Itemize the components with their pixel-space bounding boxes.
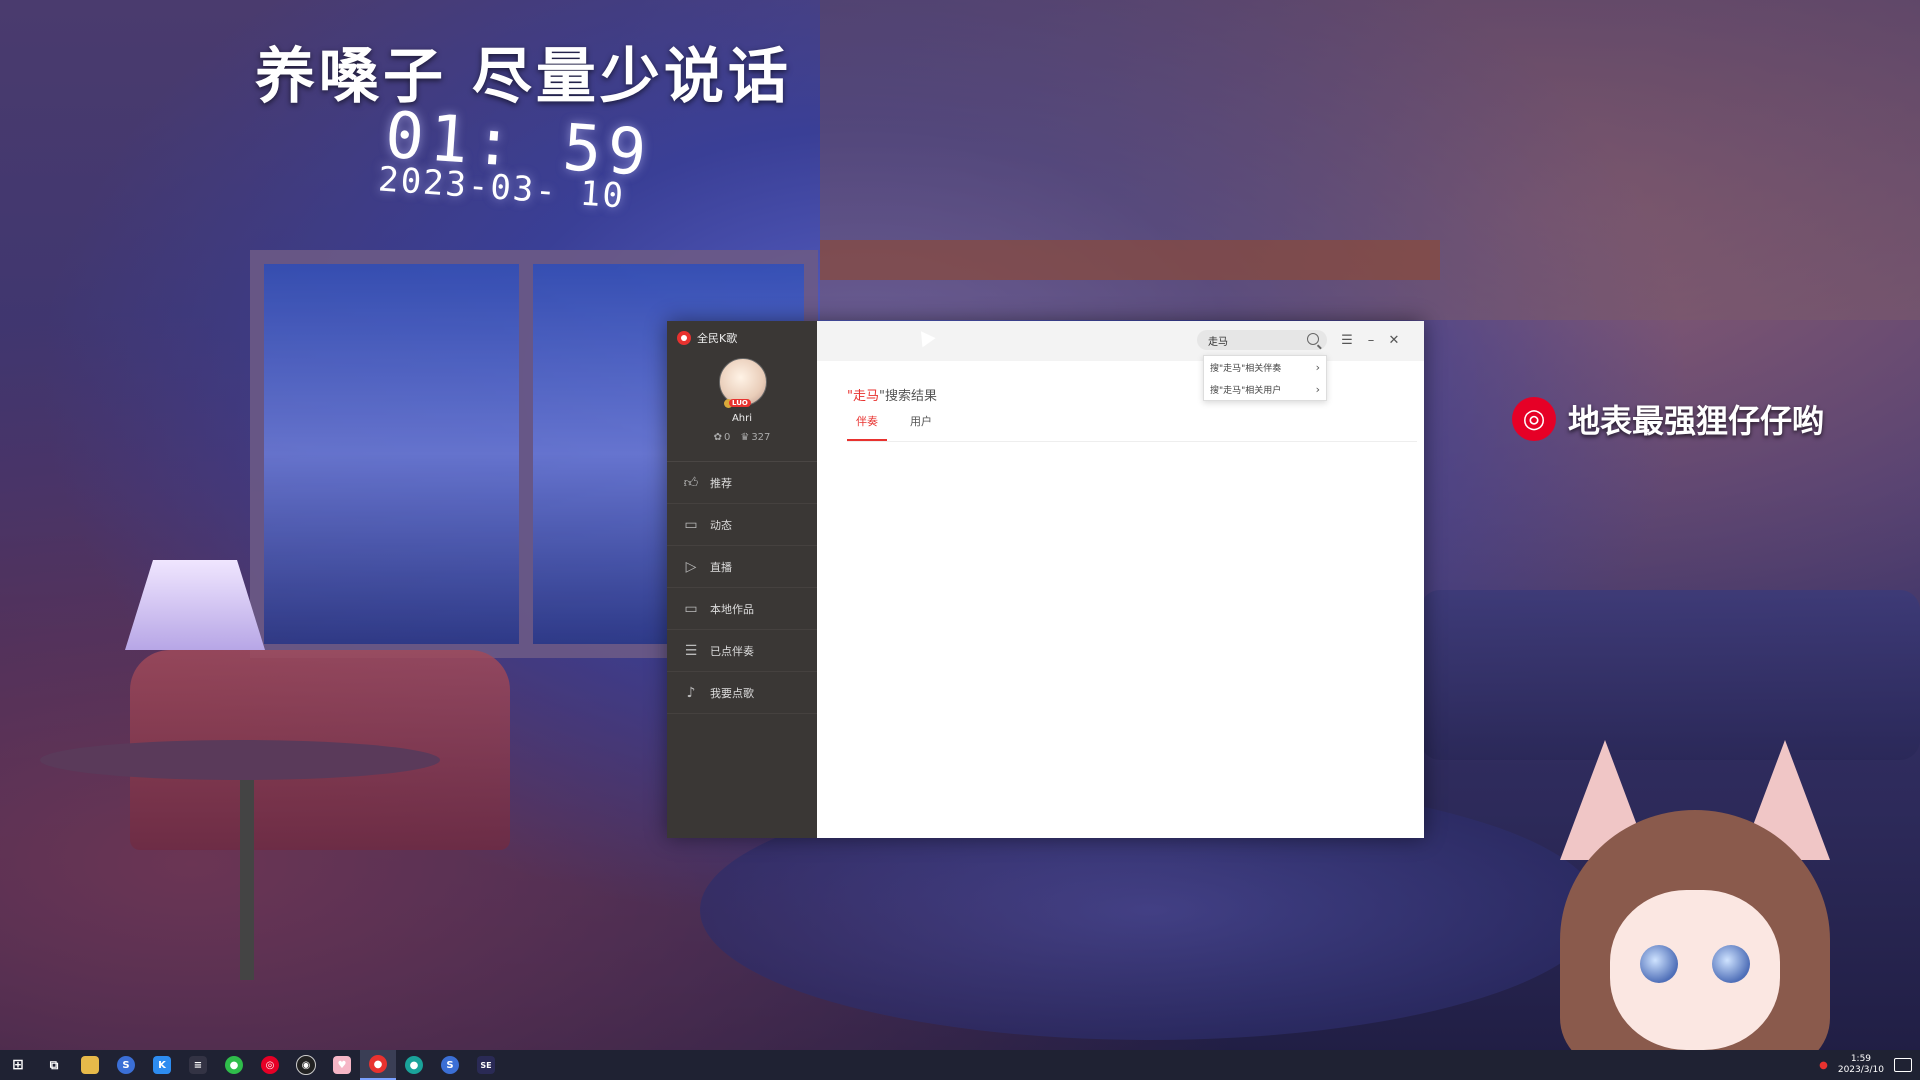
search-input[interactable] <box>1206 333 1310 347</box>
sidebar-item-request-song[interactable]: ♪ 我要点歌 <box>667 672 817 714</box>
taskbar: ⊞ ⧉ S K ≡ ● ◎ ◉ ♥ ● ● S SE ● 1:59 2023/3… <box>0 1050 1920 1080</box>
search-box <box>1197 330 1327 350</box>
taskbar-app-k[interactable]: K <box>144 1050 180 1080</box>
taskbar-ksong[interactable]: ● <box>360 1050 396 1080</box>
taskbar-app-teal[interactable]: ● <box>396 1050 432 1080</box>
streamer-tag: ◎ 地表最强狸仔仔哟 <box>1512 396 1824 442</box>
avatar-eye-left <box>1640 945 1678 983</box>
chat-icon: ▭ <box>684 516 698 533</box>
stream-slogan: 养嗓子 尽量少说话 <box>255 42 792 112</box>
teal-app-icon: ● <box>405 1056 423 1074</box>
taskbar-obs[interactable]: ◉ <box>288 1050 324 1080</box>
suggestion-users[interactable]: 搜"走马"相关用户 › <box>1204 378 1326 400</box>
main-panel: ☰ – ✕ 搜"走马"相关伴奏 › 搜"走马"相关用户 › "走马"搜索结果 伴… <box>817 321 1424 838</box>
suggestion-accompaniment[interactable]: 搜"走马"相关伴奏 › <box>1204 356 1326 378</box>
background-sofa-right <box>1420 590 1920 760</box>
taskbar-app-pink[interactable]: ♥ <box>324 1050 360 1080</box>
sidebar-item-recommend[interactable]: 👍︎ 推荐 <box>667 462 817 504</box>
notification-icon[interactable] <box>1894 1058 1912 1072</box>
ksong-logo-icon: ● <box>369 1055 387 1073</box>
taskbar-browser[interactable]: S <box>108 1050 144 1080</box>
titlebar[interactable]: ☰ – ✕ <box>817 321 1424 361</box>
monitor-icon: ▭ <box>684 600 698 617</box>
se-app-icon: SE <box>477 1056 495 1074</box>
windows-icon: ⊞ <box>12 1057 24 1073</box>
netease-music-icon: ◎ <box>1512 397 1556 441</box>
sidebar-item-ordered-accompaniment[interactable]: ☰ 已点伴奏 <box>667 630 817 672</box>
sidebar: 全民K歌 LUO Ahri ✿ 0 ♛ 327 👍︎ 推荐 ▭ 动态 ▷ 直播 ▭ <box>667 321 817 838</box>
wechat-icon: ● <box>225 1056 243 1074</box>
vtuber-avatar <box>1540 740 1850 1070</box>
close-icon[interactable]: ✕ <box>1385 331 1403 349</box>
thumbs-up-icon: 👍︎ <box>683 475 699 491</box>
task-view-button[interactable]: ⧉ <box>36 1050 72 1080</box>
avatar-face <box>1610 890 1780 1050</box>
background-lamp <box>125 560 265 650</box>
flower-icon: ✿ <box>713 432 722 443</box>
search-result-title: "走马"搜索结果 <box>847 389 937 404</box>
result-tabs: 伴奏 用户 <box>847 411 1417 442</box>
taskbar-netease-music[interactable]: ◎ <box>252 1050 288 1080</box>
sidebar-item-local-works[interactable]: ▭ 本地作品 <box>667 588 817 630</box>
app-logo: 全民K歌 <box>677 330 737 346</box>
sidebar-item-feed[interactable]: ▭ 动态 <box>667 504 817 546</box>
level-badge: LUO <box>729 399 751 407</box>
terminal-icon: ≡ <box>189 1056 207 1074</box>
folder-icon <box>81 1056 99 1074</box>
task-view-icon: ⧉ <box>49 1057 59 1072</box>
username[interactable]: Ahri <box>667 413 817 424</box>
taskbar-browser-2[interactable]: S <box>432 1050 468 1080</box>
chevron-right-icon: › <box>1315 360 1320 374</box>
background-railing <box>820 240 1440 280</box>
pink-app-icon: ♥ <box>333 1056 351 1074</box>
k-app-icon: K <box>153 1056 171 1074</box>
tab-accompaniment[interactable]: 伴奏 <box>847 411 887 441</box>
sidebar-item-live[interactable]: ▷ 直播 <box>667 546 817 588</box>
mic-icon: ♪ <box>686 684 696 701</box>
tab-users[interactable]: 用户 <box>901 411 941 441</box>
sidebar-nav: 👍︎ 推荐 ▭ 动态 ▷ 直播 ▭ 本地作品 ☰ 已点伴奏 ♪ 我要点歌 <box>667 461 817 714</box>
background-table-leg <box>240 770 254 980</box>
browser-icon: S <box>441 1056 459 1074</box>
streamer-name: 地表最强狸仔仔哟 <box>1568 402 1825 440</box>
search-icon[interactable] <box>1307 333 1319 345</box>
system-tray: ● 1:59 2023/3/10 <box>1819 1050 1912 1080</box>
live-video-icon: ▷ <box>685 558 697 575</box>
ksong-window: 全民K歌 LUO Ahri ✿ 0 ♛ 327 👍︎ 推荐 ▭ 动态 ▷ 直播 ▭ <box>667 321 1424 838</box>
taskbar-wechat[interactable]: ● <box>216 1050 252 1080</box>
avatar-eye-right <box>1712 945 1750 983</box>
taskbar-app-se[interactable]: SE <box>468 1050 504 1080</box>
background-table <box>40 740 440 780</box>
chevron-right-icon: › <box>1315 382 1320 396</box>
tray-app-icon[interactable]: ● <box>1819 1060 1828 1071</box>
user-stats: ✿ 0 ♛ 327 <box>667 432 817 443</box>
flowers-stat[interactable]: ✿ 0 <box>714 432 731 443</box>
browser-icon: S <box>117 1056 135 1074</box>
start-button[interactable]: ⊞ <box>0 1050 36 1080</box>
playlist-icon: ☰ <box>684 642 698 659</box>
menu-icon[interactable]: ☰ <box>1338 331 1356 349</box>
search-suggestions: 搜"走马"相关伴奏 › 搜"走马"相关用户 › <box>1203 355 1327 401</box>
netease-music-icon: ◎ <box>261 1056 279 1074</box>
obs-icon: ◉ <box>296 1055 316 1075</box>
minimize-icon[interactable]: – <box>1362 331 1380 349</box>
ksong-logo-icon <box>677 331 691 345</box>
app-name: 全民K歌 <box>697 332 738 345</box>
taskbar-clock[interactable]: 1:59 2023/3/10 <box>1838 1054 1884 1076</box>
fans-stat[interactable]: ♛ 327 <box>740 432 770 443</box>
taskbar-file-explorer[interactable] <box>72 1050 108 1080</box>
taskbar-app-terminal[interactable]: ≡ <box>180 1050 216 1080</box>
fans-icon: ♛ <box>740 432 750 443</box>
